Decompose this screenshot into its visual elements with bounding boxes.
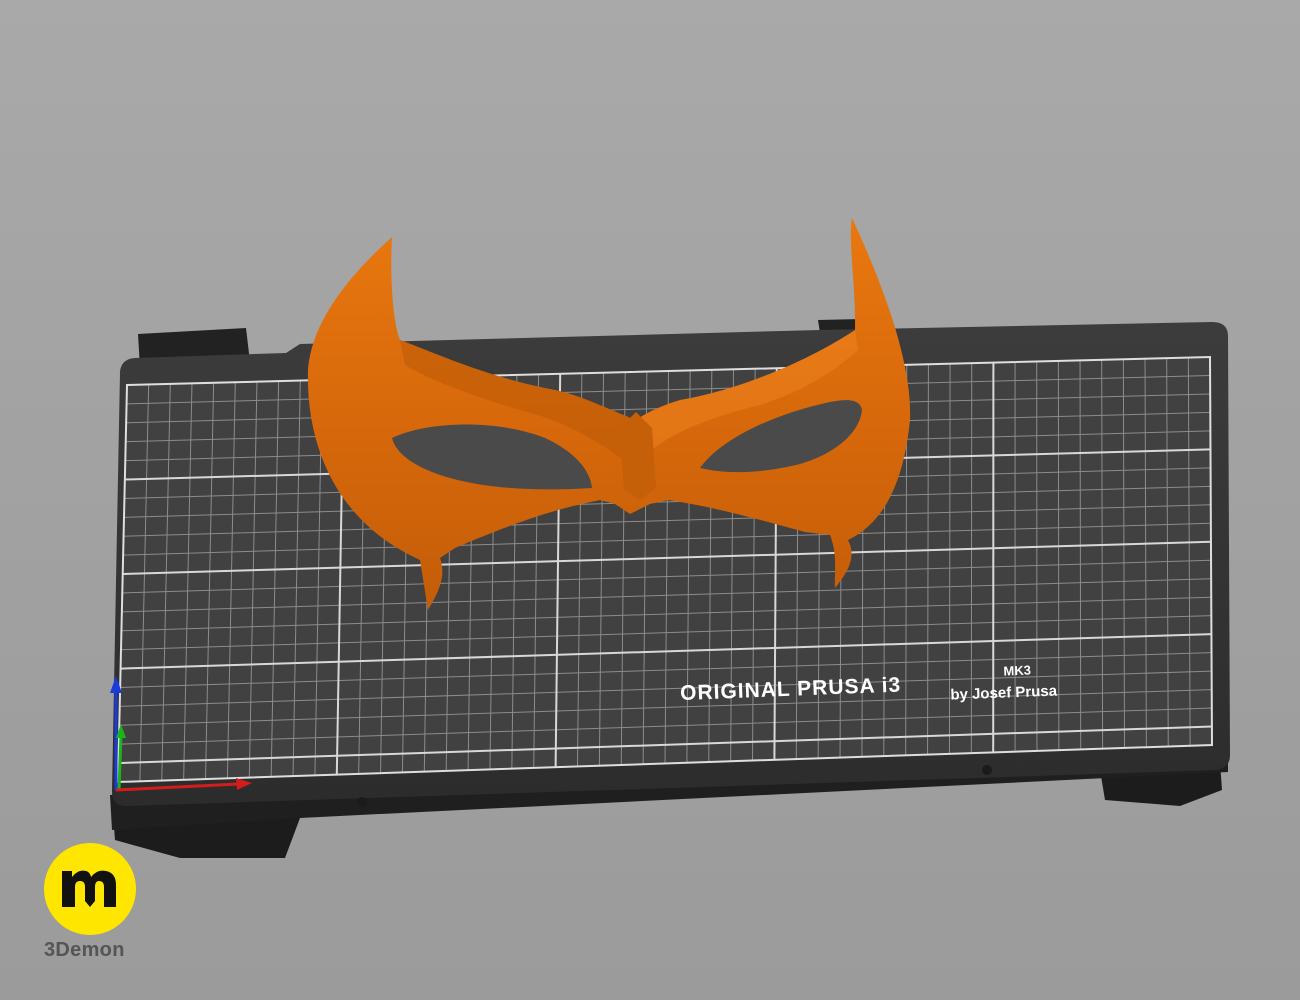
scene-canvas: ORIGINAL PRUSA i3 MK3 by Josef Prusa [110,218,1230,858]
bed-brand-model: MK3 [1003,663,1031,679]
3demon-logo-icon [44,843,136,935]
bed-hole [982,765,992,775]
3d-viewport[interactable]: ORIGINAL PRUSA i3 MK3 by Josef Prusa [0,0,1300,1000]
watermark-logo: 3Demon [44,843,138,973]
bed-hole [357,797,367,807]
y-axis [117,734,123,791]
watermark-name: 3Demon [44,939,125,961]
grid-line [1079,360,1082,750]
